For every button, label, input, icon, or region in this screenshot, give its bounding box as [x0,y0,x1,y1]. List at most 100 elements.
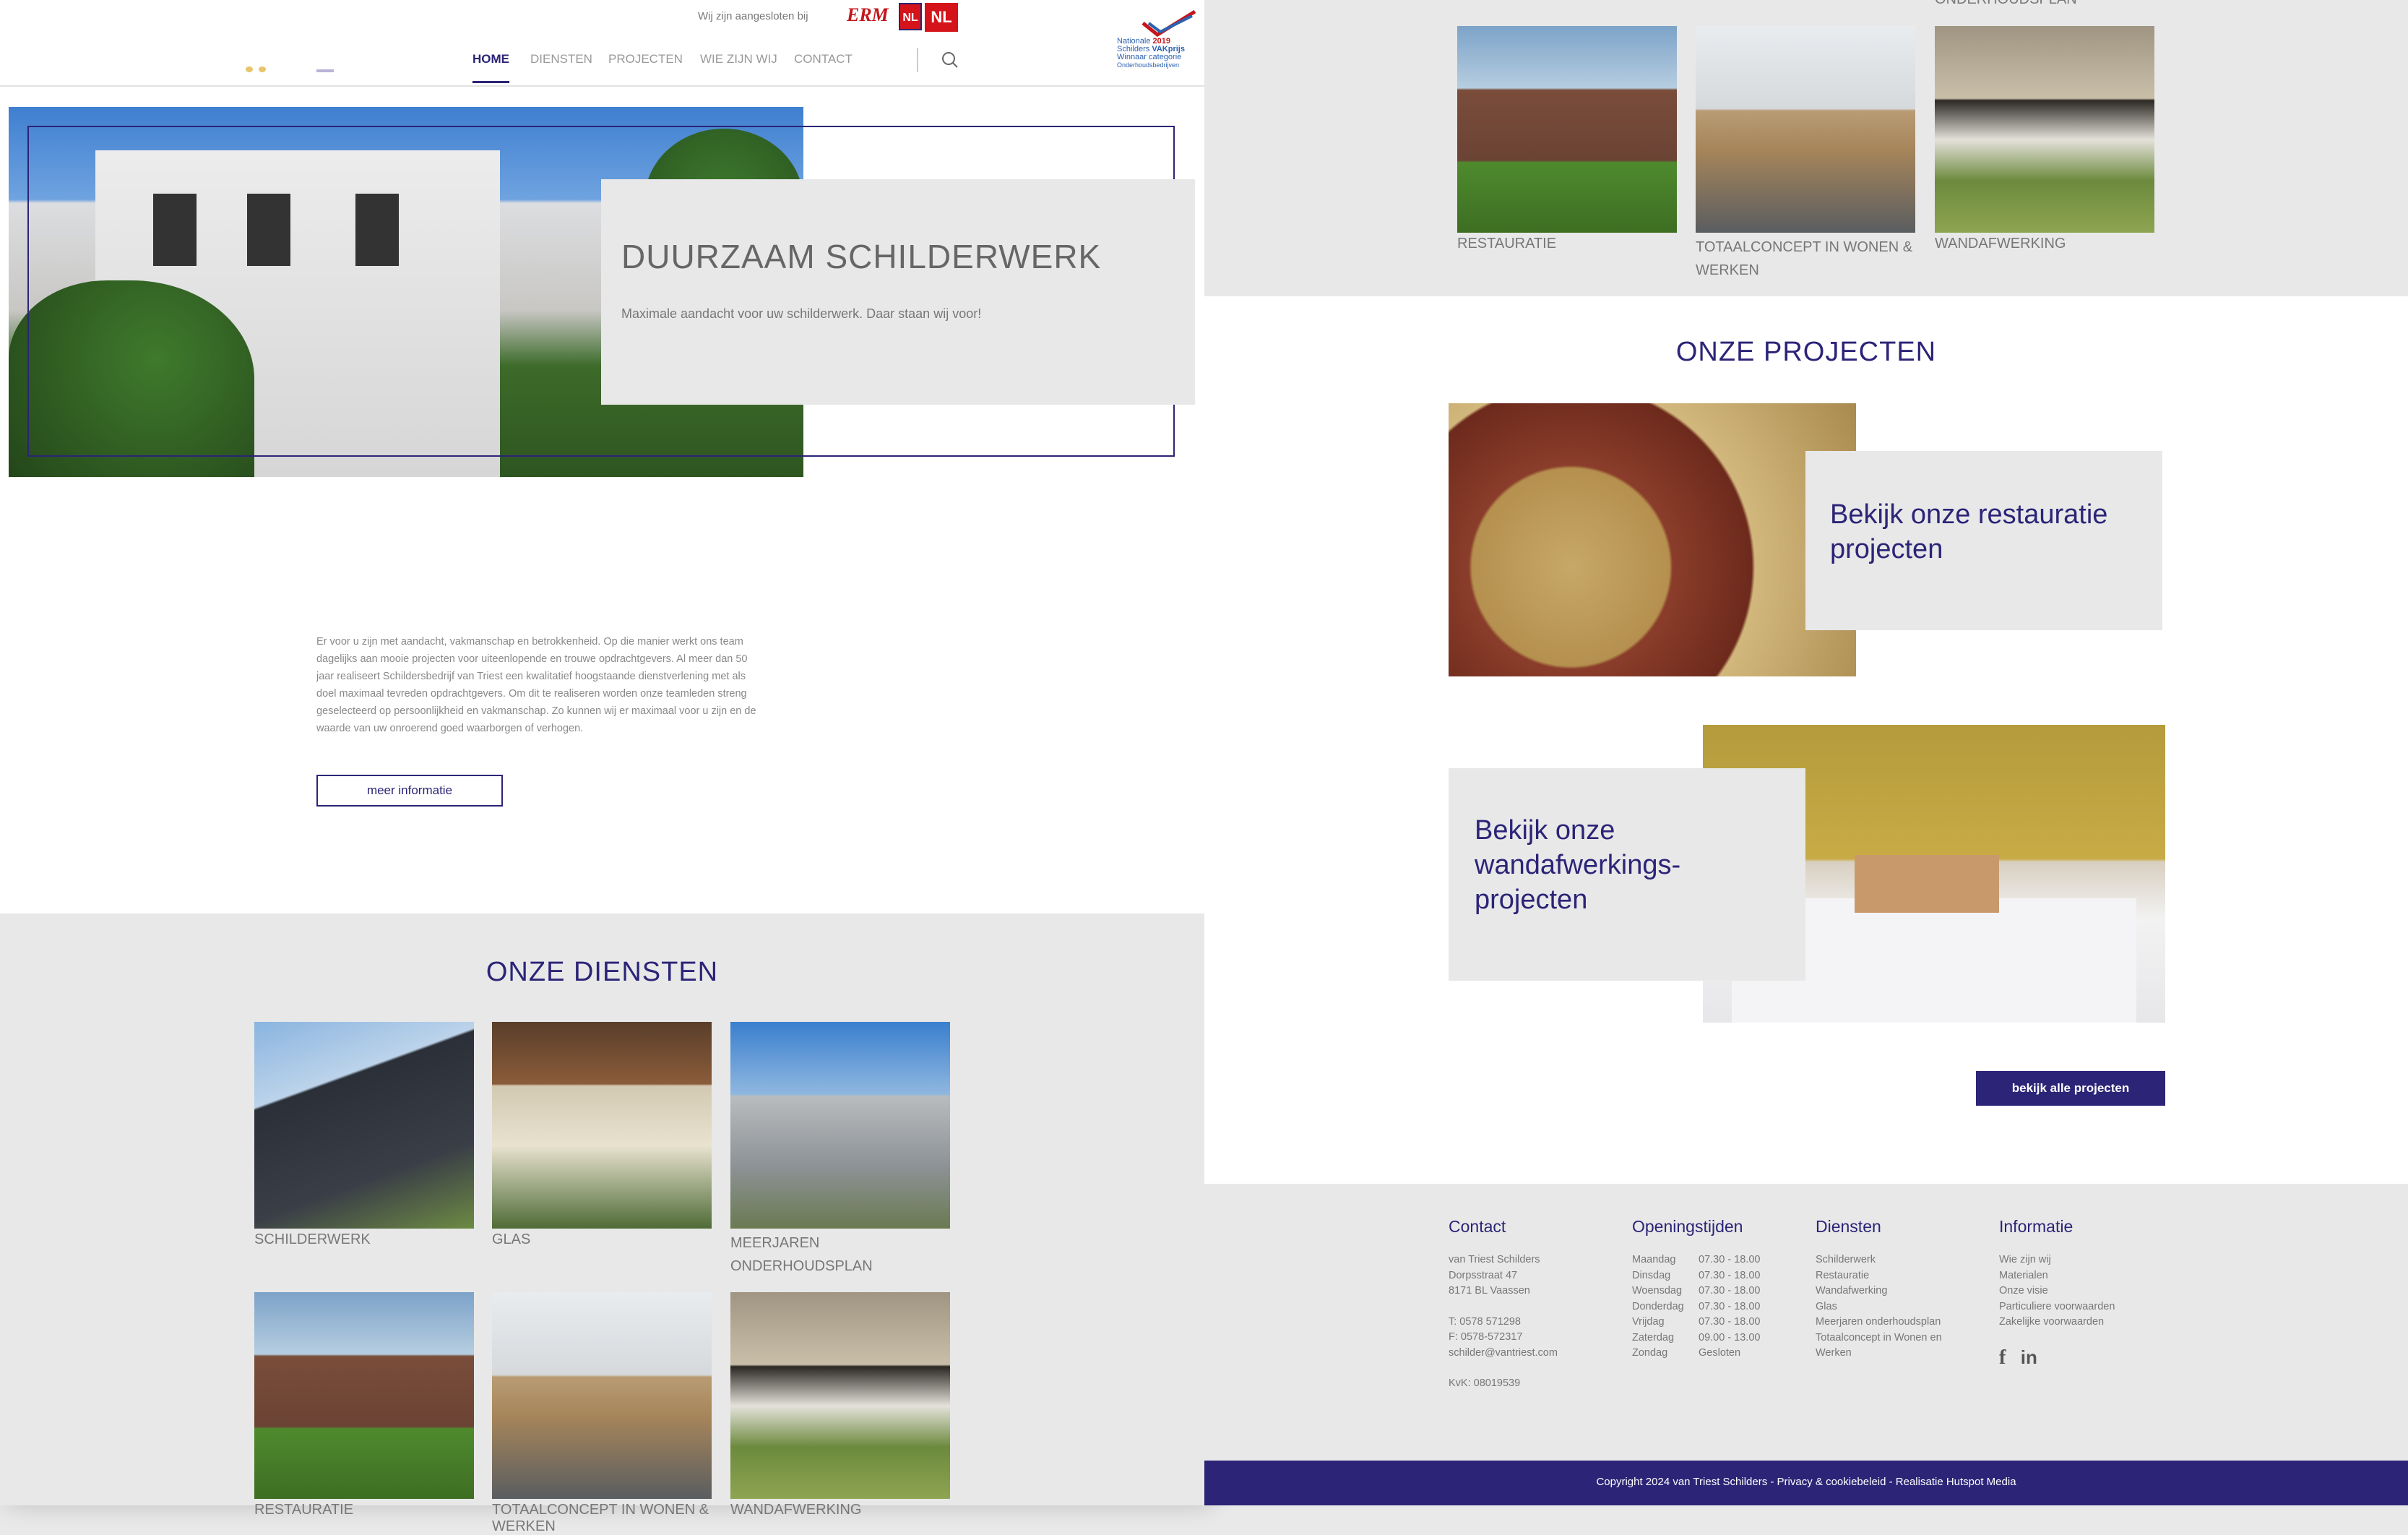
project-card-wandafwerking[interactable]: Bekijk onze wandafwerkings-projecten [1449,725,2165,1023]
projects-title: ONZE PROJECTEN [1675,337,1937,367]
footer-email[interactable]: schilder@vantriest.com [1449,1346,1622,1362]
service-photo-totaalconcept [492,1292,712,1499]
service-label: TOTAALCONCEPT IN WONEN & WERKEN [1696,239,1913,278]
hours-day: Zondag [1632,1347,1668,1359]
footer: Contact van Triest Schilders Dorpsstraat… [1204,1184,2408,1461]
footer-contact: Contact van Triest Schilders Dorpsstraat… [1449,1217,1622,1392]
service-card-wandafwerking-top[interactable]: WANDAFWERKING [1935,26,2154,252]
footer-fax: F: 0578-572317 [1449,1331,1523,1343]
footer-service-link[interactable]: Schilderwerk [1816,1252,1996,1268]
footer-service-link[interactable]: Totaalconcept in Wonen en Werken [1816,1330,1967,1362]
footer-info-link[interactable]: Onze visie [1999,1284,2180,1299]
footer-info-title: Informatie [1999,1217,2073,1236]
project-caption-wandafwerking: Bekijk onze wandafwerkings-projecten [1449,768,1805,981]
footer-services-title: Diensten [1816,1217,1881,1236]
site-header: Wij zijn aangesloten bij ERM NL NL HOME … [0,0,1204,87]
project-caption-restauratie: Bekijk onze restauratie projecten [1805,451,2162,630]
cut-service-label: ONDERHOUDSPLAN [1935,0,2077,8]
vakprijs-line-4: Winnaar categorie [1117,53,1182,61]
project-card-restauratie[interactable]: Bekijk onze restauratie projecten [1449,403,2165,676]
footer-hours: Openingstijden Maandag 07.30 - 18.00 Dinsd… [1632,1217,1805,1362]
hero-title: DUURZAAM SCHILDERWERK [621,238,1102,275]
project-caption-text: Bekijk onze wandafwerkings-projecten [1475,815,1681,915]
footer-service-link[interactable]: Restauratie [1816,1268,1996,1284]
service-card-onderhoudsplan[interactable]: MEERJAREN ONDERHOUDSPLAN [730,1022,950,1278]
service-photo-glas [492,1022,712,1229]
service-card-totaalconcept[interactable]: TOTAALCONCEPT IN WONEN & WERKEN [492,1292,712,1535]
service-photo-wandafwerking [730,1292,950,1499]
footer-phone[interactable]: T: 0578 571298 [1449,1315,1622,1330]
nav-home[interactable]: HOME [472,52,509,83]
vakprijs-line-5: Onderhoudsbedrijven [1117,61,1180,69]
social-links: f in [1999,1346,2180,1370]
service-photo-restauratie-top [1457,26,1677,233]
logo[interactable] [238,59,340,79]
service-label: RESTAURATIE [1457,236,1557,251]
service-label: MEERJAREN ONDERHOUDSPLAN [730,1235,873,1274]
copyright-text[interactable]: Copyright 2024 van Triest Schilders - Pr… [1204,1476,2408,1488]
service-card-glas[interactable]: GLAS [492,1022,712,1248]
search-icon [942,52,958,68]
hours-row: Woensdag 07.30 - 18.00 [1632,1284,1805,1299]
service-card-schilderwerk[interactable]: SCHILDERWERK [254,1022,474,1248]
hours-time: 07.30 - 18.00 [1699,1269,1761,1281]
nav-wie-zijn-wij[interactable]: WIE ZIJN WIJ [700,52,777,66]
more-info-button[interactable]: meer informatie [316,775,503,807]
nav-projecten[interactable]: PROJECTEN [608,52,683,66]
footer-service-link[interactable]: Meerjaren onderhoudsplan [1816,1315,1996,1330]
footer-info-link[interactable]: Wie zijn wij [1999,1252,2180,1268]
intro-text: Er voor u zijn met aandacht, vakmanschap… [316,636,756,734]
service-photo-restauratie [254,1292,474,1499]
footer-contact-line: 8171 BL Vaassen [1449,1285,1530,1297]
footer-hours-title: Openingstijden [1632,1217,1743,1236]
footer-services: Diensten Schilderwerk Restauratie Wandaf… [1816,1217,1996,1362]
copyright-bar: Copyright 2024 van Triest Schilders - Pr… [1204,1461,2408,1505]
nl-badge-1[interactable]: NL [899,3,922,30]
hours-row: Zaterdag 09.00 - 13.00 [1632,1330,1805,1346]
affiliated-text: Wij zijn aangesloten bij [698,10,808,22]
service-card-totaalconcept-top[interactable]: TOTAALCONCEPT IN WONEN & WERKEN [1696,26,1915,282]
erm-badge[interactable]: ERM [847,4,889,29]
footer-contact-title: Contact [1449,1217,1506,1236]
hours-time: 09.00 - 13.00 [1699,1331,1761,1343]
search-button[interactable] [941,51,959,69]
linkedin-icon[interactable]: in [2021,1346,2037,1369]
hours-row: Zondag Gesloten [1632,1346,1805,1362]
footer-service-link[interactable]: Glas [1816,1299,1996,1315]
hours-day: Woensdag [1632,1285,1683,1297]
footer-info-link[interactable]: Zakelijke voorwaarden [1999,1315,2180,1330]
hours-row: Vrijdag 07.30 - 18.00 [1632,1315,1805,1330]
all-projects-button[interactable]: bekijk alle projecten [1976,1071,2165,1106]
service-photo-onderhoudsplan [730,1022,950,1229]
services-section: ONZE DIENSTEN SCHILDERWERK GLAS MEERJARE… [0,913,1204,1534]
service-card-restauratie[interactable]: RESTAURATIE [254,1292,474,1518]
hours-row: Dinsdag 07.30 - 18.00 [1632,1268,1805,1284]
service-label: TOTAALCONCEPT IN WONEN & WERKEN [492,1502,709,1534]
facebook-icon[interactable]: f [1999,1346,2006,1370]
nl-badge-2[interactable]: NL [925,3,958,32]
service-label: WANDAFWERKING [730,1502,862,1518]
project-caption-text: Bekijk onze restauratie projecten [1830,499,2108,564]
hours-day: Maandag [1632,1254,1676,1265]
hero-subtitle: Maximale aandacht voor uw schilderwerk. … [621,306,982,321]
nav-contact[interactable]: CONTACT [794,52,853,66]
hours-time: 07.30 - 18.00 [1699,1300,1761,1312]
vakprijs-badge[interactable]: Nationale 2019 Schilders VAKprijs Winnaa… [1113,10,1198,72]
services-title: ONZE DIENSTEN [486,957,719,987]
hours-time: 07.30 - 18.00 [1699,1316,1761,1328]
vakprijs-checkmark-icon [1142,10,1196,38]
footer-info-link[interactable]: Materialen [1999,1268,2180,1284]
left-page: Wij zijn aangesloten bij ERM NL NL HOME … [0,0,1204,1534]
footer-kvk: KvK: 08019539 [1449,1377,1521,1389]
service-card-wandafwerking[interactable]: WANDAFWERKING [730,1292,950,1518]
nav-diensten[interactable]: DIENSTEN [530,52,592,66]
footer-service-link[interactable]: Wandafwerking [1816,1284,1996,1299]
service-card-restauratie-top[interactable]: RESTAURATIE [1457,26,1677,252]
project-photo-ceiling [1449,403,1856,676]
erm-logo-text: ERM [847,4,889,25]
hours-time: 07.30 - 18.00 [1699,1285,1761,1297]
hours-day: Dinsdag [1632,1269,1671,1281]
footer-info-link[interactable]: Particuliere voorwaarden [1999,1299,2180,1315]
right-page: ONDERHOUDSPLAN RESTAURATIE TOTAALCONCEPT… [1204,0,2408,1505]
hours-day: Donderdag [1632,1300,1684,1312]
